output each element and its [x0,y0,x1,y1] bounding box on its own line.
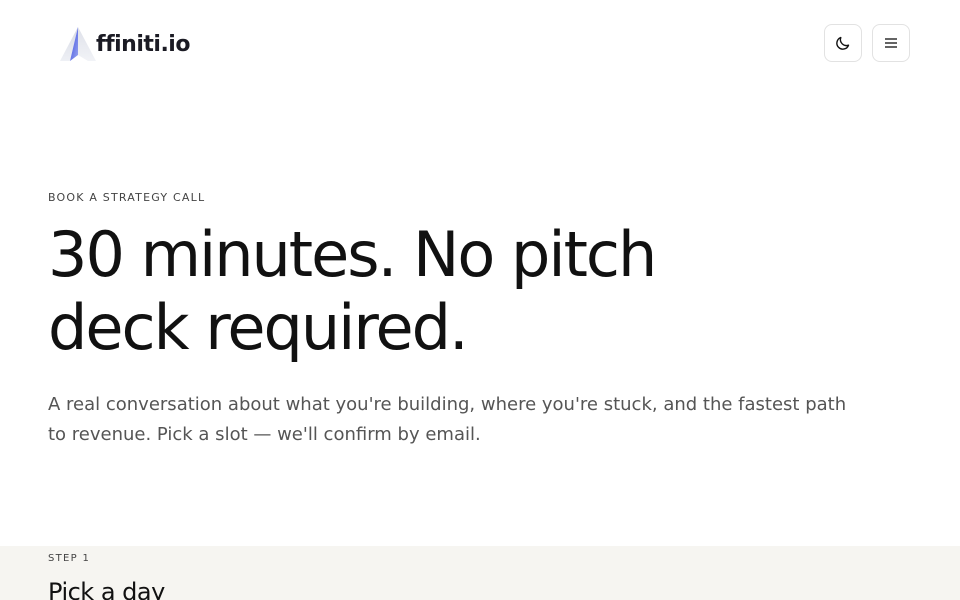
logo-link[interactable]: ffiniti.io [58,24,190,64]
hamburger-menu-icon [885,38,897,48]
site-header: ffiniti.io [0,0,960,88]
moon-icon [836,36,850,50]
hero-description: A real conversation about what you're bu… [48,394,847,445]
step-title: Pick a day [48,578,165,600]
step-label: STEP 1 [48,553,91,564]
hero-eyebrow: BOOK A STRATEGY CALL [48,191,206,204]
menu-button[interactable] [872,24,910,62]
step-one-section: STEP 1 Pick a day [0,546,960,600]
affiniti-a-logo-icon [60,27,96,61]
hero-headline: 30 minutes. No pitch deck required. [48,218,657,364]
theme-toggle-button[interactable] [824,24,862,62]
logo-text: ffiniti.io [96,31,190,57]
